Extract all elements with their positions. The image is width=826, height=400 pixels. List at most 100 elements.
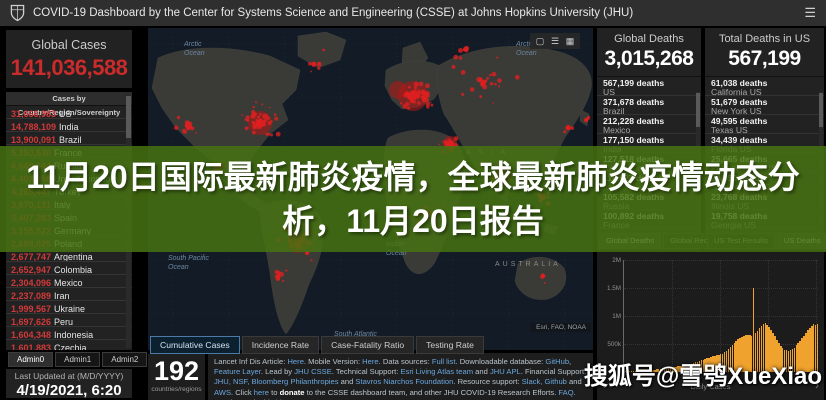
country-name: Peru bbox=[54, 317, 73, 327]
footer-link[interactable]: JHU APL bbox=[490, 367, 521, 376]
scrollbar-thumb[interactable] bbox=[819, 93, 823, 127]
footer-text-segment: to the CSSE dashboard team, and other JH… bbox=[304, 388, 558, 397]
country-cases-value: 2,652,947 bbox=[11, 265, 51, 275]
headline-line2: 析，11月20日报告 bbox=[282, 199, 543, 243]
country-name: Colombia bbox=[54, 265, 92, 275]
map-tab-testing-rate[interactable]: Testing Rate bbox=[416, 336, 484, 354]
country-name: Brazil bbox=[59, 135, 82, 145]
footer-text-segment: donate bbox=[280, 388, 305, 397]
deaths-region: New York US bbox=[711, 107, 824, 115]
hamburger-menu-icon[interactable]: ☰ bbox=[804, 5, 816, 21]
footer-link[interactable]: GitHub bbox=[545, 357, 569, 366]
map-legend-icon[interactable]: ☰ bbox=[549, 35, 561, 47]
country-cases-value: 2,677,747 bbox=[11, 252, 51, 262]
footer-text-segment: . Technical Support: bbox=[332, 367, 401, 376]
footer-text-segment: Lancet Inf Dis Article: bbox=[214, 357, 287, 366]
global-cases-panel: Global Cases 141,036,588 bbox=[6, 30, 132, 88]
deaths-row[interactable]: 212,228 deathsMexico bbox=[597, 115, 701, 134]
country-row[interactable]: 1,999,567Ukraine bbox=[6, 301, 132, 314]
chart-y-tick: 1.5M bbox=[601, 285, 621, 292]
dashboard: COVID-19 Dashboard by the Center for Sys… bbox=[0, 0, 826, 400]
footer-text-segment: to bbox=[269, 388, 280, 397]
footer-link[interactable]: here bbox=[254, 388, 269, 397]
map-tab-incidence-rate[interactable]: Incidence Rate bbox=[242, 336, 319, 354]
map-label: AUSTRALIA bbox=[495, 261, 561, 268]
global-deaths-title: Global Deaths bbox=[597, 28, 701, 45]
country-row[interactable]: 14,788,109India bbox=[6, 119, 132, 132]
deaths-region: Mexico bbox=[603, 126, 701, 134]
deaths-region: California US bbox=[711, 88, 824, 96]
country-row[interactable]: 1,697,626Peru bbox=[6, 314, 132, 327]
country-cases-value: 1,697,626 bbox=[11, 317, 51, 327]
footer-text-segment: . Financial Support: bbox=[521, 367, 586, 376]
country-row[interactable]: 2,652,947Colombia bbox=[6, 262, 132, 275]
cases-list-header: Cases by Country/Region/Sovereignty bbox=[6, 92, 132, 106]
scrollbar-thumb[interactable] bbox=[126, 96, 131, 138]
countries-count-caption: countries/regions bbox=[148, 386, 205, 393]
country-row[interactable]: 1,601,883Czechia bbox=[6, 340, 132, 350]
deaths-row[interactable]: 371,678 deathsBrazil bbox=[597, 96, 701, 115]
chart-y-tick: 1M bbox=[601, 313, 621, 320]
map-tab-cumulative-cases[interactable]: Cumulative Cases bbox=[150, 336, 240, 354]
footer-credits-text: Lancet Inf Dis Article: Here. Mobile Ver… bbox=[214, 357, 587, 400]
map-layers-icon[interactable]: ▦ bbox=[564, 35, 576, 47]
footer-text-segment: , bbox=[569, 357, 571, 366]
deaths-region: US bbox=[603, 88, 701, 96]
deaths-row[interactable]: 567,199 deathsUS bbox=[597, 77, 701, 96]
country-row[interactable]: 2,237,089Iran bbox=[6, 288, 132, 301]
country-name: Indonesia bbox=[54, 330, 93, 340]
footer-link[interactable]: JHU, NSF, Bloomberg Philanthropies bbox=[214, 377, 339, 386]
footer-link[interactable]: JHU CSSE bbox=[294, 367, 332, 376]
country-row[interactable]: 13,900,091Brazil bbox=[6, 132, 132, 145]
footer-link[interactable]: Stavros Niarchos Foundation bbox=[355, 377, 453, 386]
footer-text-segment: and bbox=[473, 367, 490, 376]
deaths-value: 567,199 deaths bbox=[603, 79, 701, 88]
title-bar: COVID-19 Dashboard by the Center for Sys… bbox=[0, 0, 826, 26]
map-controls: ▢ ☰ ▦ bbox=[530, 33, 580, 49]
admin-level-tabs: Admin0Admin1Admin2 bbox=[8, 352, 132, 367]
footer-link[interactable]: Esri Living Atlas team bbox=[400, 367, 473, 376]
countries-count: 192 bbox=[148, 356, 205, 386]
scrollbar-thumb[interactable] bbox=[696, 93, 700, 127]
footer-link[interactable]: Full list bbox=[432, 357, 456, 366]
footer-text-segment: . Downloadable database: bbox=[455, 357, 545, 366]
country-row[interactable]: 1,604,348Indonesia bbox=[6, 327, 132, 340]
chart-y-tick: 500k bbox=[601, 341, 621, 348]
global-deaths-total: 3,015,268 bbox=[597, 47, 701, 71]
global-cases-value: 141,036,588 bbox=[6, 55, 132, 81]
chart-y-tick: 2M bbox=[601, 257, 621, 264]
footer-text-segment: . Data sources: bbox=[379, 357, 432, 366]
deaths-region: Texas US bbox=[711, 126, 824, 134]
map-layer-tabs: Cumulative CasesIncidence RateCase-Fatal… bbox=[150, 336, 484, 354]
footer-link[interactable]: Feature Layer bbox=[214, 367, 261, 376]
footer-link[interactable]: Here bbox=[287, 357, 303, 366]
footer-text-segment: and bbox=[339, 377, 356, 386]
deaths-region: Brazil bbox=[603, 107, 701, 115]
deaths-row[interactable]: 49,595 deathsTexas US bbox=[705, 115, 824, 134]
footer-link[interactable]: Here bbox=[362, 357, 378, 366]
admin-tab-admin0[interactable]: Admin0 bbox=[8, 352, 53, 367]
headline-line1: 11月20日国际最新肺炎疫情，全球最新肺炎疫情动态分 bbox=[26, 155, 799, 199]
country-name: Argentina bbox=[54, 252, 93, 262]
app-title: COVID-19 Dashboard by the Center for Sys… bbox=[33, 7, 633, 19]
watermark-text: 搜狐号@雪鸮XueXiao bbox=[584, 356, 822, 391]
country-row[interactable]: 2,304,096Mexico bbox=[6, 275, 132, 288]
map-extent-icon[interactable]: ▢ bbox=[534, 35, 546, 47]
countries-count-panel: 192 countries/regions bbox=[148, 354, 205, 400]
country-cases-value: 2,237,089 bbox=[11, 291, 51, 301]
admin-tab-admin1[interactable]: Admin1 bbox=[55, 352, 100, 367]
deaths-row[interactable]: 61,038 deathsCalifornia US bbox=[705, 77, 824, 96]
country-cases-value: 31,666,983 bbox=[11, 109, 56, 119]
footer-link[interactable]: FAQ bbox=[558, 388, 573, 397]
map-tab-case-fatality-ratio[interactable]: Case-Fatality Ratio bbox=[321, 336, 414, 354]
footer-link[interactable]: AWS bbox=[214, 388, 231, 397]
deaths-row[interactable]: 51,679 deathsNew York US bbox=[705, 96, 824, 115]
admin-tab-admin2[interactable]: Admin2 bbox=[102, 352, 147, 367]
country-cases-value: 1,601,883 bbox=[11, 343, 51, 350]
last-updated-value: 4/19/2021, 6:20 AM bbox=[6, 382, 132, 400]
jhu-shield-logo bbox=[10, 4, 25, 22]
country-cases-value: 14,788,109 bbox=[11, 122, 56, 132]
country-cases-value: 1,999,567 bbox=[11, 304, 51, 314]
country-name: US bbox=[59, 109, 72, 119]
footer-link[interactable]: Slack, Github bbox=[522, 377, 567, 386]
